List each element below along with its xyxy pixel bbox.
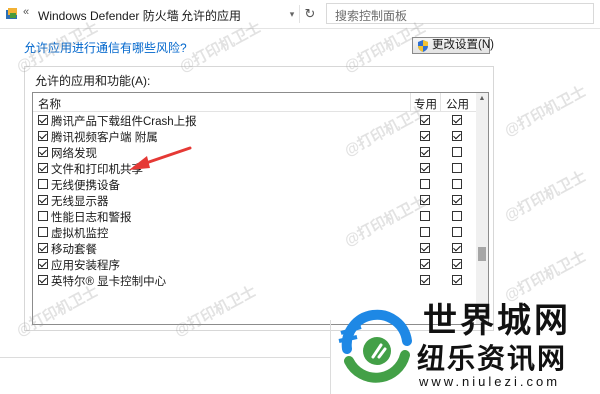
logo-url: www.niulezi.com [419,374,561,389]
plug-logo-icon [338,309,412,383]
logo-name: 纽乐资讯网 [417,342,568,375]
logo-top-text: 世界城网 [423,301,571,341]
site-logo: 世界城网 纽乐资讯网 www.niulezi.com [335,293,600,394]
